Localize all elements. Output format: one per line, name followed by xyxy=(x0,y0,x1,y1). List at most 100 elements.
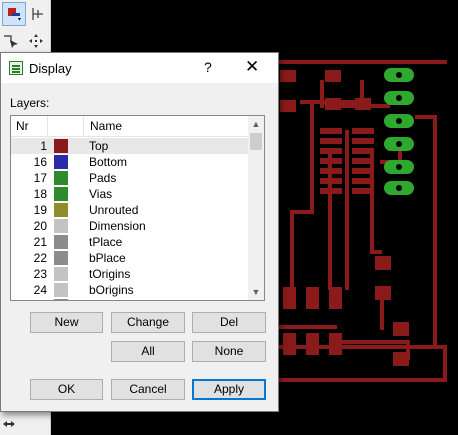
layer-row[interactable]: 17 Pads xyxy=(11,170,249,186)
pcb-trace xyxy=(277,378,447,382)
column-header-nr[interactable]: Nr xyxy=(16,119,29,133)
layer-name: Unrouted xyxy=(89,203,139,217)
layer-name: bPlace xyxy=(89,251,126,265)
smd-pad xyxy=(280,100,296,112)
smd-pad xyxy=(325,98,341,110)
arrows-icon[interactable] xyxy=(0,413,20,435)
layer-row[interactable]: 1 Top xyxy=(11,138,249,154)
new-button[interactable]: New xyxy=(30,312,103,333)
smd-pad xyxy=(352,148,374,154)
smd-pad xyxy=(352,158,374,164)
layer-nr: 17 xyxy=(33,171,47,185)
scroll-down-icon[interactable]: ▼ xyxy=(248,284,264,300)
dialog-title: Display xyxy=(29,61,72,76)
ok-button[interactable]: OK xyxy=(30,379,103,400)
layer-name: Vias xyxy=(89,187,113,201)
layer-row[interactable]: 24 bOrigins xyxy=(11,282,249,298)
column-divider[interactable] xyxy=(83,116,84,136)
layer-nr: 24 xyxy=(33,283,47,297)
layer-color-swatch[interactable] xyxy=(54,299,68,300)
smd-pad xyxy=(306,287,319,309)
smd-pad xyxy=(320,128,342,134)
add-icon[interactable] xyxy=(26,3,48,25)
smd-pad xyxy=(352,168,374,174)
layer-rows: 1 Top 16 Bottom 17 Pads 18 Vias 19 Unrouted 20 Dime… xyxy=(11,138,249,300)
column-header-name[interactable]: Name xyxy=(90,119,122,133)
column-divider[interactable] xyxy=(47,116,48,136)
layer-row[interactable]: 16 Bottom xyxy=(11,154,249,170)
layer-color-swatch[interactable] xyxy=(54,187,68,201)
layer-row[interactable]: 25 tNames xyxy=(11,298,249,300)
layer-row[interactable]: 21 tPlace xyxy=(11,234,249,250)
layer-name: Bottom xyxy=(89,155,128,169)
pcb-trace xyxy=(277,345,447,349)
all-button[interactable]: All xyxy=(111,341,185,362)
smd-pad xyxy=(352,128,374,134)
smd-pad xyxy=(320,178,342,184)
display-dialog: Display ? ✕ Layers: Nr Name 1 Top 16 Bottom… xyxy=(0,52,279,412)
layer-color-swatch[interactable] xyxy=(54,235,68,249)
layer-name: Top xyxy=(89,139,109,153)
change-button[interactable]: Change xyxy=(111,312,185,333)
layer-nr: 19 xyxy=(33,203,47,217)
pcb-trace xyxy=(433,115,437,345)
smd-pad xyxy=(352,178,374,184)
smd-pad xyxy=(375,256,391,270)
pcb-trace xyxy=(370,250,382,254)
layer-color-swatch[interactable] xyxy=(54,171,68,185)
layer-color-swatch[interactable] xyxy=(54,251,68,265)
smd-pad xyxy=(283,287,296,309)
close-button[interactable]: ✕ xyxy=(245,57,259,77)
smd-pad xyxy=(375,286,391,300)
pcb-trace xyxy=(320,80,324,108)
pcb-trace xyxy=(277,60,447,64)
smd-pad xyxy=(393,352,409,366)
smd-pad xyxy=(329,333,342,355)
layer-color-swatch[interactable] xyxy=(54,155,68,169)
smd-pad xyxy=(329,287,342,309)
layer-color-swatch[interactable] xyxy=(54,283,68,297)
via-pad xyxy=(384,91,414,105)
layer-color-swatch[interactable] xyxy=(54,219,68,233)
layer-nr: 21 xyxy=(33,235,47,249)
dialog-titlebar[interactable]: Display ? ✕ xyxy=(1,53,278,83)
via-pad xyxy=(384,114,414,128)
pcb-trace xyxy=(330,340,410,344)
layer-name: tNames xyxy=(89,299,130,300)
smd-pad xyxy=(320,158,342,164)
cancel-button[interactable]: Cancel xyxy=(111,379,185,400)
layer-nr: 23 xyxy=(33,267,47,281)
apply-button[interactable]: Apply xyxy=(192,379,266,400)
scroll-thumb[interactable] xyxy=(250,133,262,150)
layer-nr: 20 xyxy=(33,219,47,233)
layer-color-swatch[interactable] xyxy=(54,203,68,217)
move-icon[interactable] xyxy=(25,30,47,52)
layer-nr: 25 xyxy=(11,299,47,300)
select-cursor-icon[interactable] xyxy=(0,30,22,52)
none-button[interactable]: None xyxy=(192,341,266,362)
layer-row[interactable]: 20 Dimension xyxy=(11,218,249,234)
layer-row[interactable]: 19 Unrouted xyxy=(11,202,249,218)
layer-color-swatch[interactable] xyxy=(54,267,68,281)
del-button[interactable]: Del xyxy=(192,312,266,333)
layers-label: Layers: xyxy=(10,96,50,110)
layer-row[interactable]: 22 bPlace xyxy=(11,250,249,266)
layer-row[interactable]: 23 tOrigins xyxy=(11,266,249,282)
pcb-trace xyxy=(415,115,435,119)
pcb-trace xyxy=(310,100,314,210)
smd-pad xyxy=(393,322,409,336)
vertical-scrollbar[interactable]: ▲ ▼ xyxy=(248,116,264,300)
pcb-trace xyxy=(277,325,337,329)
smd-pad xyxy=(306,333,319,355)
smd-pad xyxy=(320,188,342,194)
layer-color-icon[interactable] xyxy=(2,2,26,26)
layers-list[interactable]: Nr Name 1 Top 16 Bottom 17 Pads 18 Vias 19 Unrout… xyxy=(10,115,265,301)
layer-nr: 16 xyxy=(33,155,47,169)
layer-row[interactable]: 18 Vias xyxy=(11,186,249,202)
smd-pad xyxy=(320,148,342,154)
help-button[interactable]: ? xyxy=(204,59,212,75)
pcb-trace xyxy=(370,150,374,250)
via-pad xyxy=(384,181,414,195)
scroll-up-icon[interactable]: ▲ xyxy=(248,116,264,132)
layer-color-swatch[interactable] xyxy=(54,139,68,153)
